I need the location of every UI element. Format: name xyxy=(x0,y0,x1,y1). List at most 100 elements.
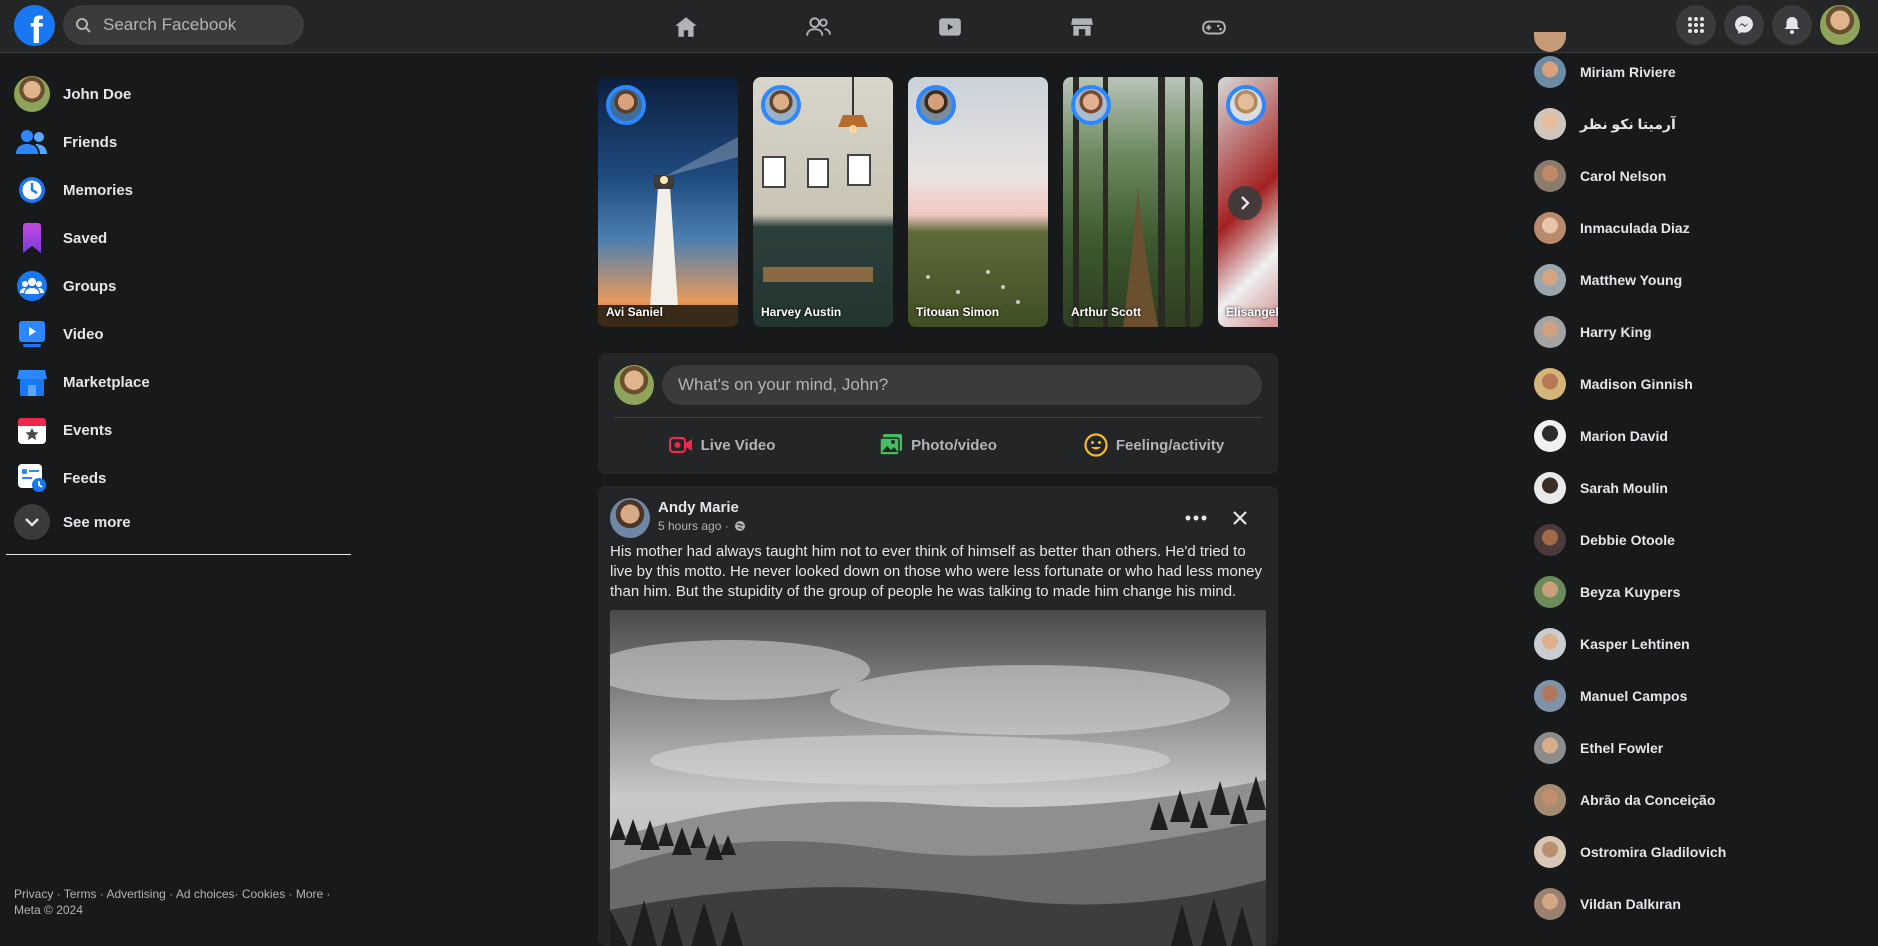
action-label: Photo/video xyxy=(911,436,997,454)
contact-item[interactable]: Carol Nelson xyxy=(1530,150,1870,202)
main-nav xyxy=(620,0,1280,53)
contact-name: Ostromira Gladilovich xyxy=(1580,844,1727,860)
sidebar-item-label: Saved xyxy=(63,229,108,247)
contact-item[interactable]: Sarah Moulin xyxy=(1530,462,1870,514)
nav-marketplace[interactable] xyxy=(1016,0,1148,53)
contact-name: Manuel Campos xyxy=(1580,688,1688,704)
sidebar-item-saved[interactable]: Saved xyxy=(6,214,351,262)
story-author: Avi Saniel xyxy=(606,305,663,319)
story-card[interactable]: Titouan Simon xyxy=(908,77,1048,327)
menu-button[interactable] xyxy=(1676,5,1716,45)
live-video-button[interactable]: Live Video xyxy=(614,423,830,467)
avatar xyxy=(916,85,956,125)
contact-item[interactable]: Marion David xyxy=(1530,410,1870,462)
story-card[interactable]: Arthur Scott xyxy=(1063,77,1203,327)
sidebar-item-video[interactable]: Video xyxy=(6,310,351,358)
video-icon xyxy=(939,17,961,36)
globe-icon xyxy=(735,521,746,531)
contact-item[interactable]: Vildan Dalkıran xyxy=(1530,878,1870,930)
contact-name: آرميتا نكو نظر xyxy=(1580,115,1676,132)
sidebar-item-feeds[interactable]: Feeds xyxy=(6,454,351,502)
search-input[interactable] xyxy=(103,15,273,35)
contact-name: Harry King xyxy=(1580,324,1652,340)
avatar xyxy=(614,365,654,405)
sidebar-item-label: Marketplace xyxy=(63,373,150,391)
sidebar-item-label: Groups xyxy=(63,277,117,295)
nav-watch[interactable] xyxy=(884,0,1016,53)
contact-name: Matthew Young xyxy=(1580,272,1683,288)
composer-actions: Live Video Photo/video Feeling/activity xyxy=(614,423,1262,467)
contact-item[interactable]: Debbie Otoole xyxy=(1530,514,1870,566)
friends-icon xyxy=(14,124,50,160)
sidebar-item-profile[interactable]: John Doe xyxy=(6,70,351,118)
contact-item[interactable]: Ethel Fowler xyxy=(1530,722,1870,774)
home-icon xyxy=(675,16,697,37)
contact-item[interactable]: Abrão da Conceição xyxy=(1530,774,1870,826)
contact-item[interactable]: Inmaculada Diaz xyxy=(1530,202,1870,254)
avatar xyxy=(1534,264,1566,296)
contact-item[interactable]: Matthew Young xyxy=(1530,254,1870,306)
avatar xyxy=(1534,212,1566,244)
contact-item[interactable]: Madison Ginnish xyxy=(1530,358,1870,410)
contact-name: Carol Nelson xyxy=(1580,168,1667,184)
sidebar-item-memories[interactable]: Memories xyxy=(6,166,351,214)
avatar[interactable] xyxy=(610,498,650,538)
messenger-button[interactable] xyxy=(1724,5,1764,45)
chevron-down-icon xyxy=(14,504,50,540)
contact-item[interactable]: آرميتا نكو نظر xyxy=(1530,98,1870,150)
avatar xyxy=(606,85,646,125)
video-icon xyxy=(14,316,50,352)
avatar xyxy=(761,85,801,125)
bookmark-icon xyxy=(14,220,50,256)
stories-next-button[interactable] xyxy=(1228,186,1262,220)
live-video-icon xyxy=(668,436,692,454)
contact-item[interactable]: Manuel Campos xyxy=(1530,670,1870,722)
sidebar-item-marketplace[interactable]: Marketplace xyxy=(6,358,351,406)
avatar xyxy=(1534,420,1566,452)
sidebar-see-more[interactable]: See more xyxy=(6,502,351,542)
contact-item[interactable]: Harry King xyxy=(1530,306,1870,358)
feeling-activity-button[interactable]: Feeling/activity xyxy=(1046,423,1262,467)
facebook-logo[interactable]: f xyxy=(14,5,55,46)
search-box[interactable] xyxy=(63,5,304,45)
nav-home[interactable] xyxy=(620,0,752,53)
bell-icon xyxy=(1784,17,1800,34)
more-icon xyxy=(1185,515,1207,521)
contact-item[interactable]: Ostromira Gladilovich xyxy=(1530,826,1870,878)
landscape-photo xyxy=(610,610,1266,946)
story-author: Harvey Austin xyxy=(761,305,842,319)
footer-links[interactable]: Privacy · Terms · Advertising · Ad choic… xyxy=(14,886,334,902)
nav-friends[interactable] xyxy=(752,0,884,53)
sidebar-item-label: Friends xyxy=(63,133,118,151)
notifications-button[interactable] xyxy=(1772,5,1812,45)
left-sidebar: John Doe Friends Memories Saved Groups V… xyxy=(6,70,351,555)
hide-post-button[interactable] xyxy=(1222,500,1258,536)
contact-item[interactable]: Beyza Kuypers xyxy=(1530,566,1870,618)
sidebar-item-label: Events xyxy=(63,421,113,439)
avatar xyxy=(1226,85,1266,125)
story-card[interactable]: Harvey Austin xyxy=(753,77,893,327)
post-image[interactable] xyxy=(610,610,1266,946)
sidebar-item-events[interactable]: Events xyxy=(6,406,351,454)
post-author[interactable]: Andy Marie xyxy=(658,499,739,516)
sidebar-item-groups[interactable]: Groups xyxy=(6,262,351,310)
photo-video-button[interactable]: Photo/video xyxy=(830,423,1046,467)
contact-item[interactable]: Kasper Lehtinen xyxy=(1530,618,1870,670)
story-author: Arthur Scott xyxy=(1071,305,1141,319)
clock-icon xyxy=(14,172,50,208)
composer-input[interactable]: What's on your mind, John? xyxy=(662,365,1262,405)
header-actions xyxy=(1676,5,1860,45)
post-options-button[interactable] xyxy=(1178,500,1214,536)
marketplace-icon xyxy=(1071,17,1093,36)
contact-item[interactable]: Miriam Riviere xyxy=(1530,46,1870,98)
grid-menu-icon xyxy=(1688,17,1704,33)
avatar xyxy=(1071,85,1111,125)
story-card[interactable]: Avi Saniel xyxy=(598,77,738,327)
sidebar-item-friends[interactable]: Friends xyxy=(6,118,351,166)
sidebar-item-label: John Doe xyxy=(63,85,132,103)
avatar xyxy=(1534,160,1566,192)
account-avatar[interactable] xyxy=(1820,5,1860,45)
avatar xyxy=(1534,108,1566,140)
post-composer: What's on your mind, John? Live Video Ph… xyxy=(598,353,1278,474)
nav-gaming[interactable] xyxy=(1148,0,1280,53)
